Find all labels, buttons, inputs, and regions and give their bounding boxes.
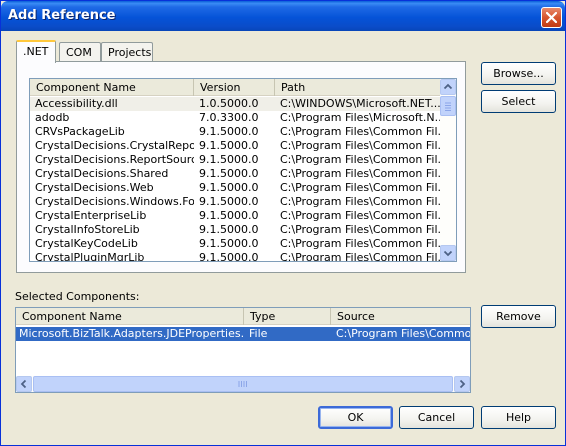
components-list-header: Component Name Version Path [30,79,456,96]
list-item[interactable]: CrystalDecisions.Web 9.1.5000.0 C:\Progr… [30,181,441,195]
ok-button[interactable]: OK [318,406,393,429]
tab-dotnet-label: .NET [23,45,49,58]
chevron-right-icon [459,379,466,389]
column-header-component-name[interactable]: Component Name [30,79,194,96]
help-button[interactable]: Help [481,406,556,429]
scroll-down-button[interactable] [440,245,456,261]
close-button[interactable] [541,7,562,28]
grip-icon [445,102,451,111]
column-header-source[interactable]: Source [331,308,470,325]
list-item[interactable]: CrystalKeyCodeLib 9.1.5000.0 C:\Program … [30,237,441,251]
list-item[interactable]: CrystalDecisions.Windows.Fo... 9.1.5000.… [30,195,441,209]
tab-projects-label: Projects [108,46,152,59]
close-icon [546,12,557,23]
column-header-component-name[interactable]: Component Name [16,308,244,325]
remove-button[interactable]: Remove [481,305,556,328]
add-reference-dialog: Add Reference .NET COM Projects Componen… [0,0,566,446]
chevron-down-icon [443,250,453,257]
column-header-version[interactable]: Version [194,79,275,96]
window-title: Add Reference [8,8,116,23]
selected-list-header: Component Name Type Source [16,308,470,325]
list-item[interactable]: CrystalDecisions.Shared 9.1.5000.0 C:\Pr… [30,167,441,181]
title-bar[interactable]: Add Reference [1,1,565,31]
tab-com-label: COM [66,46,92,59]
horizontal-scroll-thumb[interactable] [33,376,453,392]
tab-dotnet[interactable]: .NET [16,40,56,63]
scroll-thumb[interactable] [440,96,456,116]
scroll-up-button[interactable] [440,79,456,95]
browse-button[interactable]: Browse... [481,62,556,85]
tab-projects[interactable]: Projects [101,42,153,62]
select-button[interactable]: Select [481,90,556,113]
selected-horizontal-scrollbar[interactable] [16,376,470,392]
list-item[interactable]: Accessibility.dll 1.0.5000.0 C:\WINDOWS\… [30,97,441,111]
list-item[interactable]: CrystalDecisions.CrystalRepo... 9.1.5000… [30,139,441,153]
list-item[interactable]: CrystalInfoStoreLib 9.1.5000.0 C:\Progra… [30,223,441,237]
components-list[interactable]: Component Name Version Path Accessibilit… [29,78,457,262]
grip-icon [238,381,247,387]
column-header-path[interactable]: Path [275,79,441,96]
chevron-left-icon [20,379,27,389]
cancel-button[interactable]: Cancel [399,406,474,429]
selected-components-list[interactable]: Component Name Type Source Microsoft.Biz… [15,307,471,393]
list-item[interactable]: adodb 7.0.3300.0 C:\Program Files\Micros… [30,111,441,125]
table-row[interactable]: Microsoft.BizTalk.Adapters.JDEProperties… [16,327,470,341]
tab-com[interactable]: COM [59,42,101,62]
components-vertical-scrollbar[interactable] [440,79,456,261]
list-item[interactable]: CrystalEnterpriseLib 9.1.5000.0 C:\Progr… [30,209,441,223]
column-header-type[interactable]: Type [244,308,331,325]
scroll-left-button[interactable] [16,376,32,392]
scroll-right-button[interactable] [454,376,470,392]
list-item[interactable]: CRVsPackageLib 9.1.5000.0 C:\Program Fil… [30,125,441,139]
list-item[interactable]: CrystalDecisions.ReportSource 9.1.5000.0… [30,153,441,167]
list-item[interactable]: CrystalPluginMgrLib 9.1.5000.0 C:\Progra… [30,251,441,261]
selected-components-label: Selected Components: [15,290,140,303]
chevron-up-icon [443,83,453,90]
